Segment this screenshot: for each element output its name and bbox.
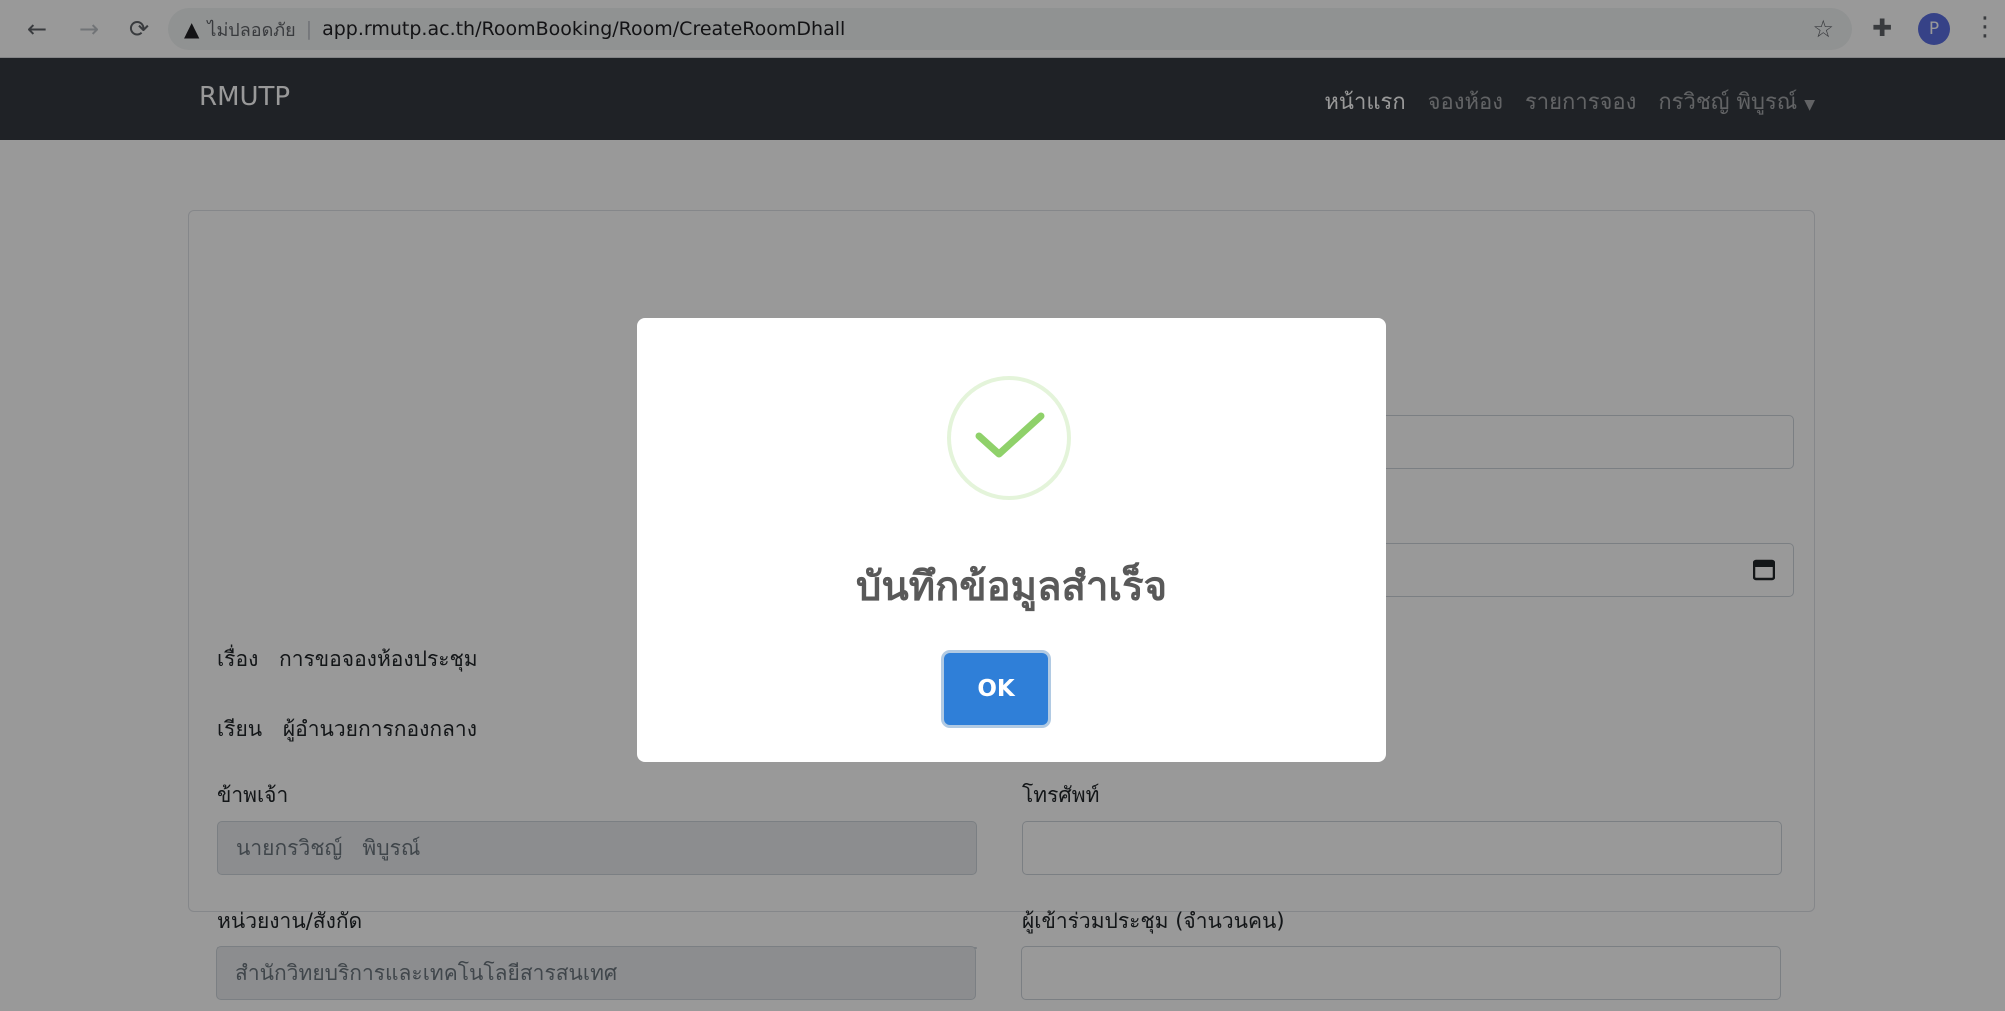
success-check-icon	[947, 376, 1071, 500]
ok-button[interactable]: OK	[944, 653, 1048, 725]
dialog-title: บันทึกข้อมูลสำเร็จ	[855, 564, 1168, 610]
success-dialog: บันทึกข้อมูลสำเร็จ OK	[637, 318, 1386, 762]
checkmark-icon	[975, 412, 1045, 458]
